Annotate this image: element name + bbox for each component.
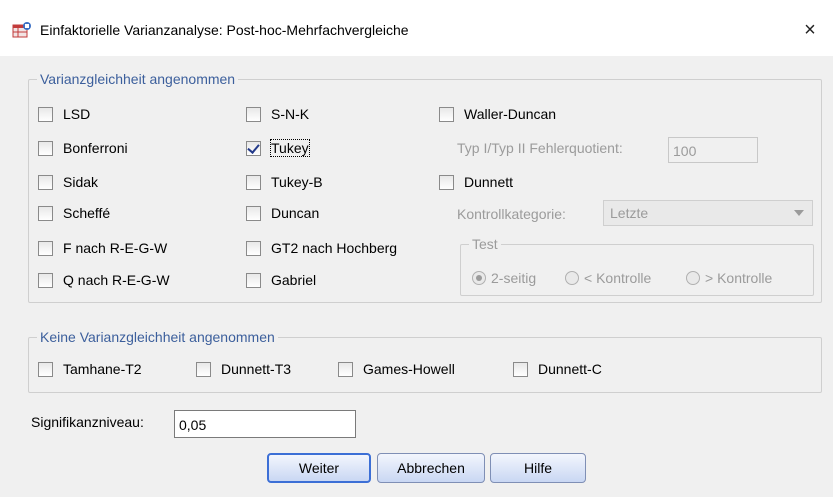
checkbox-box[interactable] [246, 240, 261, 256]
checkbox-box[interactable] [38, 361, 53, 377]
close-button[interactable]: × [787, 12, 833, 48]
checkbox-box[interactable] [196, 361, 211, 377]
checkbox-bonferroni[interactable]: Bonferroni [38, 138, 128, 158]
checkbox-sidak[interactable]: Sidak [38, 172, 98, 192]
checkbox-dunnett-t3[interactable]: Dunnett-T3 [196, 359, 291, 379]
checkbox-tamhane-t2[interactable]: Tamhane-T2 [38, 359, 142, 379]
control-category-label: Kontrollkategorie: [457, 206, 566, 222]
checkbox-tukey-b[interactable]: Tukey-B [246, 172, 323, 192]
checkbox-box[interactable] [513, 361, 528, 377]
checkbox-tukey[interactable]: Tukey [246, 138, 310, 158]
checkbox-scheffe[interactable]: Scheffé [38, 203, 110, 223]
checkbox-label: Dunnett [464, 174, 514, 190]
checkbox-label: Dunnett-C [538, 361, 602, 377]
radio-less-than-control[interactable]: < Kontrolle [565, 268, 651, 288]
checkbox-box[interactable] [38, 140, 53, 156]
continue-button[interactable]: Weiter [267, 453, 371, 483]
checkbox-box[interactable] [38, 106, 53, 122]
checkbox-label: LSD [63, 106, 91, 122]
checkbox-label: Gabriel [271, 272, 317, 288]
window-title: Einfaktorielle Varianzanalyse: Post-hoc-… [40, 22, 409, 38]
checkbox-waller-duncan[interactable]: Waller-Duncan [439, 104, 556, 124]
checkbox-label: Games-Howell [363, 361, 455, 377]
radio-label: > Kontrolle [705, 270, 773, 286]
radio-greater-than-control[interactable]: > Kontrolle [686, 268, 772, 288]
checkbox-box[interactable] [246, 205, 261, 221]
error-ratio-field[interactable]: 100 [668, 137, 758, 163]
checkbox-label: Duncan [271, 205, 320, 221]
checkbox-box[interactable] [439, 174, 454, 190]
significance-label: Signifikanzniveau: [31, 414, 144, 430]
checkbox-label: S-N-K [271, 106, 310, 122]
title-bar: Einfaktorielle Varianzanalyse: Post-hoc-… [0, 0, 833, 56]
checkbox-dunnett-c[interactable]: Dunnett-C [513, 359, 602, 379]
radio-dot-selected[interactable] [472, 271, 486, 285]
checkbox-q-regw[interactable]: Q nach R-E-G-W [38, 270, 170, 290]
checkbox-box[interactable] [246, 106, 261, 122]
help-button[interactable]: Hilfe [490, 453, 586, 483]
cancel-button[interactable]: Abbrechen [377, 453, 485, 483]
checkbox-games-howell[interactable]: Games-Howell [338, 359, 455, 379]
checkbox-lsd[interactable]: LSD [38, 104, 90, 124]
checkbox-dunnett[interactable]: Dunnett [439, 172, 513, 192]
checkbox-f-regw[interactable]: F nach R-E-G-W [38, 238, 167, 258]
equal-variances-legend: Varianzgleichheit angenommen [37, 71, 239, 87]
checkbox-box[interactable] [246, 174, 261, 190]
checkbox-duncan[interactable]: Duncan [246, 203, 319, 223]
control-category-value: Letzte [610, 205, 649, 221]
checkbox-label: Tukey-B [271, 174, 323, 190]
checkbox-box[interactable] [439, 106, 454, 122]
checkbox-label: Dunnett-T3 [221, 361, 292, 377]
checkbox-gt2-hochberg[interactable]: GT2 nach Hochberg [246, 238, 397, 258]
checkbox-box[interactable] [38, 272, 53, 288]
checkbox-label: Sidak [63, 174, 99, 190]
unequal-variances-legend: Keine Varianzgleichheit angenommen [37, 329, 278, 345]
checkbox-label: GT2 nach Hochberg [271, 240, 398, 256]
radio-label: 2-seitig [491, 270, 537, 286]
checkbox-label: Tamhane-T2 [63, 361, 142, 377]
significance-field[interactable]: 0,05 [174, 410, 356, 438]
radio-dot[interactable] [686, 271, 700, 285]
control-category-select[interactable]: Letzte [603, 200, 813, 226]
checkbox-box[interactable] [38, 240, 53, 256]
chevron-down-icon [794, 210, 804, 216]
checkbox-gabriel[interactable]: Gabriel [246, 270, 316, 290]
radio-dot[interactable] [565, 271, 579, 285]
checkbox-box-checked[interactable] [246, 140, 261, 156]
checkbox-label: F nach R-E-G-W [63, 240, 168, 256]
radio-label: < Kontrolle [584, 270, 652, 286]
checkbox-box[interactable] [38, 205, 53, 221]
checkbox-box[interactable] [338, 361, 353, 377]
checkbox-box[interactable] [38, 174, 53, 190]
radio-two-sided[interactable]: 2-seitig [472, 268, 536, 288]
checkbox-snk[interactable]: S-N-K [246, 104, 309, 124]
checkbox-label: Bonferroni [63, 140, 128, 156]
checkbox-box[interactable] [246, 272, 261, 288]
checkbox-label: Q nach R-E-G-W [63, 272, 170, 288]
spss-table-icon [12, 21, 32, 39]
test-legend: Test [469, 236, 501, 252]
error-ratio-label: Typ I/Typ II Fehlerquotient: [457, 140, 623, 156]
checkbox-label: Waller-Duncan [464, 106, 557, 122]
checkbox-label: Scheffé [63, 205, 111, 221]
checkbox-label: Tukey [270, 139, 310, 157]
